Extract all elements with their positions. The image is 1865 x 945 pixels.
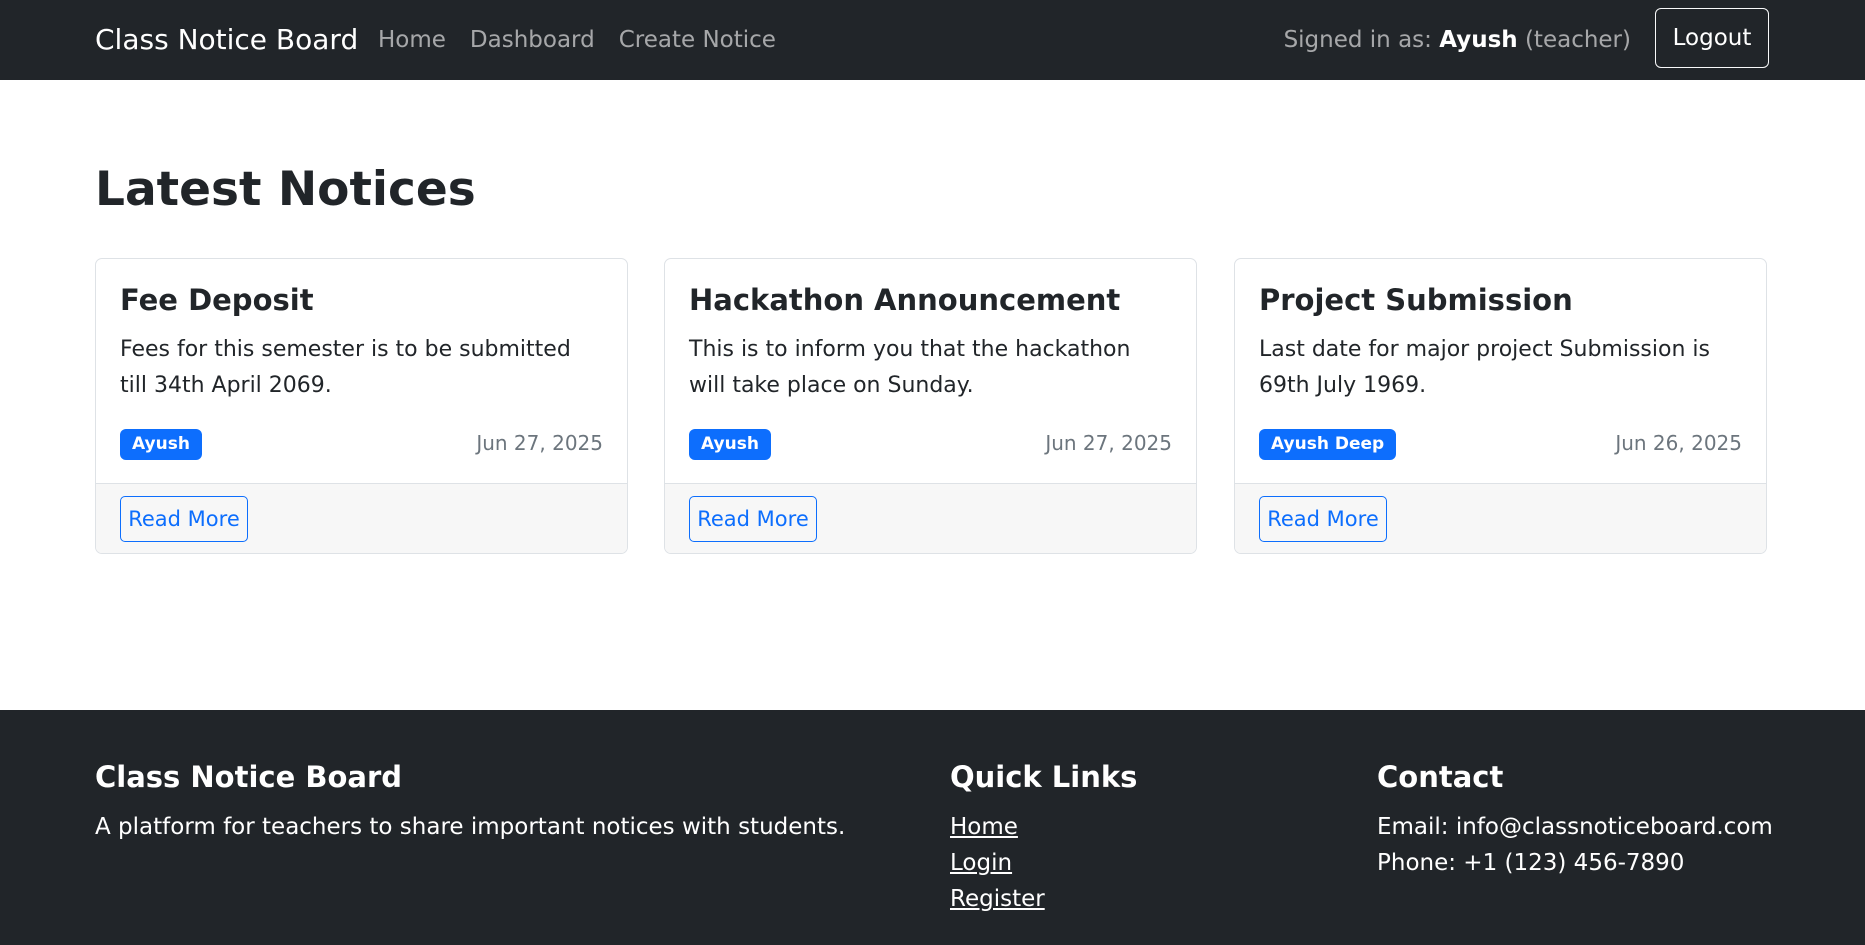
footer-link-login[interactable]: Login (950, 850, 1012, 876)
card-body: Hackathon Announcement This is to inform… (665, 259, 1196, 483)
card-title: Project Submission (1259, 283, 1573, 317)
card-meta: Ayush Jun 27, 2025 (689, 429, 1172, 461)
footer-link-home[interactable]: Home (950, 814, 1018, 840)
nav-link-home[interactable]: Home (378, 27, 446, 53)
footer-quick-links: Quick Links Home Login Register (950, 760, 1137, 917)
signed-in-role: (teacher) (1524, 27, 1631, 53)
notice-date: Jun 27, 2025 (476, 431, 603, 455)
nav-link-dashboard[interactable]: Dashboard (470, 27, 595, 53)
read-more-button[interactable]: Read More (120, 496, 248, 542)
footer-links-title: Quick Links (950, 760, 1138, 794)
signed-in-status: Signed in as: Ayush (teacher) (1284, 0, 1631, 80)
author-badge: Ayush (120, 429, 202, 460)
card-body: Project Submission Last date for major p… (1235, 259, 1766, 483)
card-meta: Ayush Jun 27, 2025 (120, 429, 603, 461)
card-text: Last date for major project Submission i… (1259, 336, 1710, 398)
logout-button[interactable]: Logout (1655, 8, 1769, 68)
footer-about-text: A platform for teachers to share importa… (95, 813, 846, 840)
footer-about-title: Class Notice Board (95, 760, 403, 794)
author-badge: Ayush (689, 429, 771, 460)
notice-card-fee-deposit: Fee Deposit Fees for this semester is to… (95, 258, 628, 554)
footer-links-list: Home Login Register (950, 809, 1137, 917)
card-footer: Read More (1235, 483, 1766, 553)
page-title: Latest Notices (95, 162, 476, 217)
signed-in-prefix: Signed in as: (1283, 27, 1432, 53)
footer-link-register[interactable]: Register (950, 886, 1045, 912)
notice-date: Jun 27, 2025 (1045, 431, 1172, 455)
footer-contact: Contact Email: info@classnoticeboard.com… (1377, 760, 1773, 881)
read-more-button[interactable]: Read More (1259, 496, 1387, 542)
nav-link-create-notice[interactable]: Create Notice (619, 27, 776, 53)
site-footer: Class Notice Board A platform for teache… (0, 710, 1865, 945)
card-title: Hackathon Announcement (689, 283, 1121, 317)
notice-card-hackathon: Hackathon Announcement This is to inform… (664, 258, 1197, 554)
nav-links: Home Dashboard Create Notice (378, 0, 776, 80)
footer-contact-title: Contact (1377, 760, 1504, 794)
notice-card-project-submission: Project Submission Last date for major p… (1234, 258, 1767, 554)
card-meta: Ayush Deep Jun 26, 2025 (1259, 429, 1742, 461)
author-badge: Ayush Deep (1259, 429, 1397, 460)
top-navbar: Class Notice Board Home Dashboard Create… (0, 0, 1865, 80)
notice-date: Jun 26, 2025 (1615, 431, 1742, 455)
footer-contact-info: Email: info@classnoticeboard.com Phone: … (1377, 809, 1773, 881)
signed-in-user: Ayush (1439, 27, 1518, 53)
brand-link[interactable]: Class Notice Board (95, 0, 358, 80)
card-footer: Read More (665, 483, 1196, 553)
card-footer: Read More (96, 483, 627, 553)
footer-phone: Phone: +1 (123) 456-7890 (1377, 849, 1685, 876)
footer-email: Email: info@classnoticeboard.com (1377, 813, 1773, 840)
card-title: Fee Deposit (120, 283, 314, 317)
card-body: Fee Deposit Fees for this semester is to… (96, 259, 627, 483)
card-text: Fees for this semester is to be submitte… (120, 336, 571, 398)
footer-about: Class Notice Board A platform for teache… (95, 760, 845, 845)
card-text: This is to inform you that the hackathon… (689, 336, 1131, 398)
read-more-button[interactable]: Read More (689, 496, 817, 542)
